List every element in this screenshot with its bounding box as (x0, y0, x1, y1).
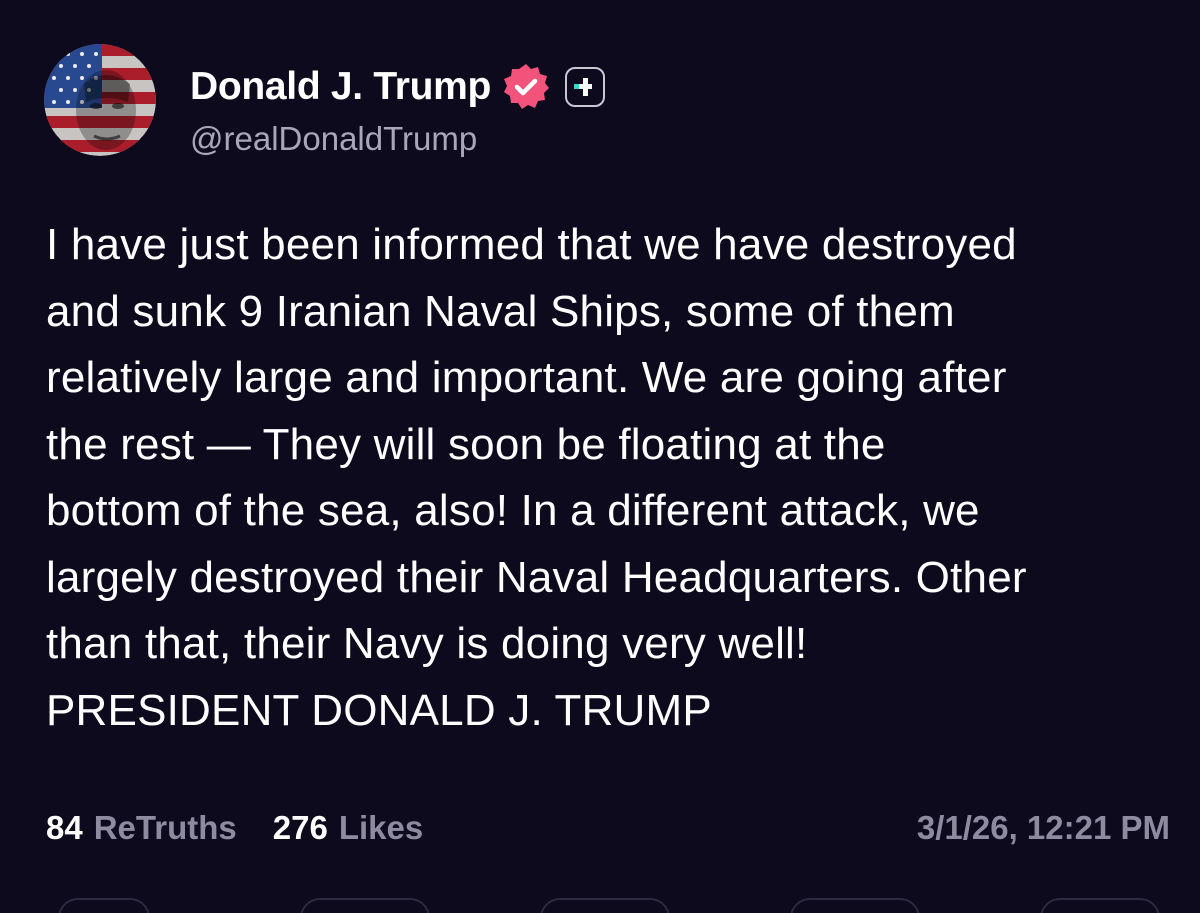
post-header: Donald J. Trump @realDonaldTrump (44, 44, 606, 158)
likes-count: 276 (272, 809, 328, 846)
likes-label: Likes (338, 809, 424, 846)
share-button[interactable] (790, 898, 920, 913)
truth-post: Donald J. Trump @realDonaldTrump I have … (0, 0, 1200, 913)
display-name[interactable]: Donald J. Trump (190, 65, 491, 109)
retruths-label: ReTruths (93, 809, 237, 846)
avatar[interactable] (44, 44, 156, 156)
retruths-stat[interactable]: 84 ReTruths (46, 809, 237, 847)
likes-stat[interactable]: 276 Likes (273, 809, 423, 847)
name-row: Donald J. Trump (190, 60, 606, 114)
verified-badge-icon (504, 64, 550, 109)
retruth-button[interactable] (300, 898, 430, 913)
retruths-count: 84 (46, 809, 83, 846)
author-identity: Donald J. Trump @realDonaldTrump (190, 60, 606, 158)
more-button[interactable] (1040, 898, 1160, 913)
action-bar (0, 898, 1200, 913)
reply-button[interactable] (58, 898, 150, 913)
handle[interactable]: @realDonaldTrump (190, 120, 605, 158)
truth-plus-icon (565, 67, 606, 107)
avatar-image (44, 44, 156, 156)
post-footer: 84 ReTruths 276 Likes 3/1/26, 12:21 PM (46, 803, 1170, 853)
post-timestamp: 3/1/26, 12:21 PM (916, 809, 1170, 846)
post-text: I have just been informed that we have d… (46, 220, 1027, 735)
like-button[interactable] (540, 898, 670, 913)
